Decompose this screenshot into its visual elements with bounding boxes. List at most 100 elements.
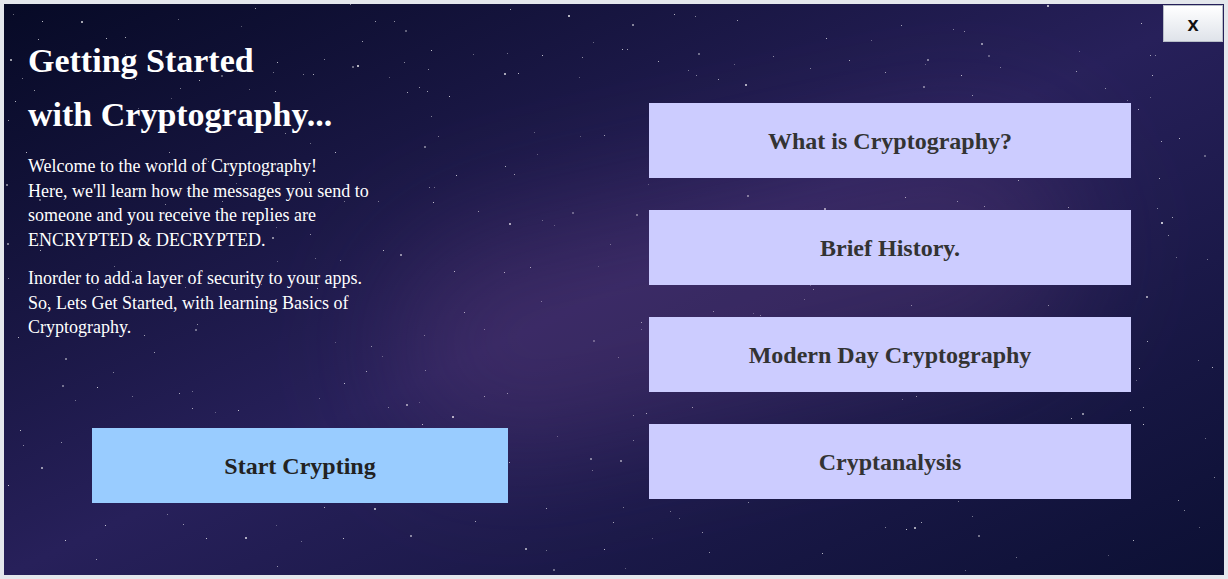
- star: [618, 357, 619, 358]
- star: [695, 16, 696, 17]
- star: [633, 415, 634, 416]
- star: [400, 254, 402, 256]
- star: [273, 72, 274, 73]
- star: [484, 329, 485, 330]
- star: [1105, 88, 1106, 89]
- star: [135, 79, 136, 80]
- star: [537, 154, 538, 155]
- star: [871, 40, 872, 41]
- star: [885, 72, 886, 73]
- star: [925, 64, 926, 65]
- star: [826, 38, 827, 39]
- star: [1176, 257, 1177, 258]
- star: [374, 508, 376, 510]
- star: [7, 243, 9, 245]
- star: [324, 507, 325, 508]
- star: [592, 470, 593, 471]
- star: [688, 70, 689, 71]
- star: [167, 514, 168, 515]
- star: [953, 29, 954, 30]
- star: [425, 370, 426, 371]
- star: [154, 352, 155, 353]
- star: [1068, 207, 1069, 208]
- star: [180, 88, 181, 89]
- topic-button[interactable]: Modern Day Cryptography: [649, 317, 1131, 392]
- star: [275, 91, 276, 92]
- star: [1159, 178, 1160, 179]
- star: [652, 538, 653, 539]
- start-crypting-button[interactable]: Start Crypting: [92, 428, 508, 503]
- star: [1205, 438, 1206, 439]
- intro-line: Here, we'll learn how the messages you s…: [28, 179, 644, 204]
- star: [192, 408, 193, 409]
- star: [593, 340, 595, 342]
- star: [1082, 413, 1084, 415]
- star: [22, 78, 23, 79]
- topic-button[interactable]: Brief History.: [649, 210, 1131, 285]
- star: [1199, 527, 1200, 528]
- star: [452, 416, 454, 418]
- topic-button[interactable]: What is Cryptography?: [649, 103, 1131, 178]
- star: [65, 358, 67, 360]
- star: [410, 535, 412, 537]
- star: [504, 272, 505, 273]
- star: [620, 460, 622, 462]
- star: [914, 527, 916, 529]
- star: [1127, 100, 1128, 101]
- star: [389, 77, 390, 78]
- star: [1168, 235, 1169, 236]
- intro-line: Cryptography.: [28, 315, 644, 340]
- star: [464, 312, 465, 313]
- star: [1133, 540, 1134, 541]
- star: [984, 206, 985, 207]
- star: [81, 21, 83, 23]
- star: [215, 412, 216, 413]
- star: [41, 467, 43, 469]
- star: [610, 244, 611, 245]
- star: [906, 529, 907, 530]
- star: [505, 166, 506, 167]
- star: [192, 391, 193, 392]
- star: [598, 266, 599, 267]
- topic-button[interactable]: Cryptanalysis: [649, 424, 1131, 499]
- star: [622, 49, 623, 50]
- star: [422, 424, 423, 425]
- topic-menu: What is Cryptography? Brief History. Moder…: [644, 4, 1131, 575]
- star: [15, 101, 16, 102]
- star: [199, 80, 200, 81]
- star: [1018, 180, 1019, 181]
- star: [42, 21, 43, 22]
- star: [633, 440, 634, 441]
- star: [813, 289, 814, 290]
- star: [923, 86, 925, 88]
- intro-paragraph: Inorder to add a layer of security to yo…: [28, 266, 644, 340]
- star: [658, 61, 659, 62]
- star: [366, 371, 367, 372]
- star: [238, 410, 239, 411]
- star: [313, 74, 314, 75]
- star: [921, 522, 922, 523]
- star: [916, 396, 917, 397]
- star: [427, 91, 428, 92]
- star: [277, 566, 278, 567]
- star: [1178, 500, 1179, 501]
- star: [449, 96, 450, 97]
- star: [97, 387, 98, 388]
- star: [542, 220, 543, 221]
- close-button[interactable]: x: [1163, 5, 1223, 42]
- star: [335, 342, 336, 343]
- star: [241, 26, 242, 27]
- star: [604, 549, 605, 550]
- star: [1161, 141, 1162, 142]
- star: [375, 21, 376, 22]
- star: [530, 267, 531, 268]
- star: [518, 73, 519, 74]
- title-line: with Cryptography...: [28, 88, 644, 142]
- star: [206, 538, 207, 539]
- star: [748, 502, 749, 503]
- star: [405, 30, 407, 32]
- star: [590, 458, 592, 460]
- star: [509, 462, 510, 463]
- star: [419, 87, 420, 88]
- star: [760, 315, 761, 316]
